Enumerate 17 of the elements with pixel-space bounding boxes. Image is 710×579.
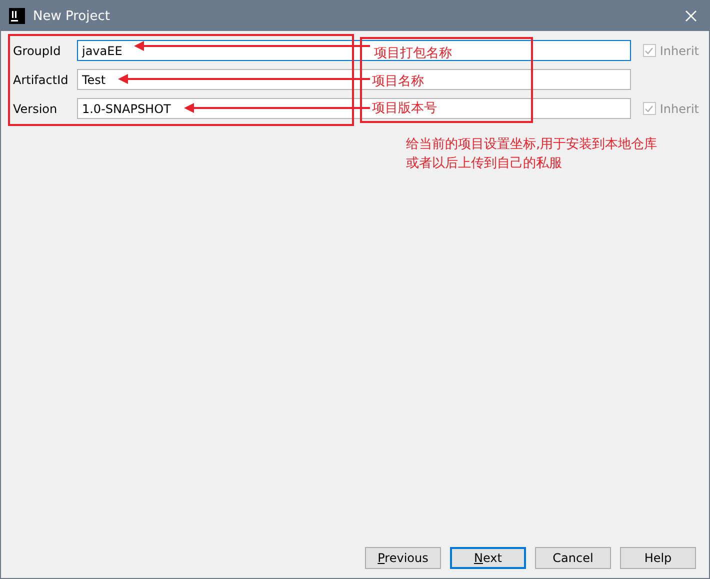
checkbox-label: Inherit [660, 44, 699, 58]
dialog-button[interactable]: Next [450, 547, 526, 569]
annotation-text: 或者以后上传到自己的私服 [406, 155, 562, 173]
annotation-note: 项目名称 [372, 73, 424, 90]
close-icon[interactable] [685, 10, 697, 22]
annotation-text: 给当前的项目设置坐标,用于安装到本地仓库 [406, 136, 658, 154]
annotation-note: 项目版本号 [372, 100, 437, 117]
checkbox-label: Inherit [660, 102, 699, 116]
dialog-button[interactable]: Help [620, 547, 696, 569]
field-label: Version [13, 102, 58, 116]
field-label: GroupId [13, 44, 62, 58]
app-logo-icon [9, 8, 25, 24]
dialog-button[interactable]: Cancel [535, 547, 611, 569]
window-title: New Project [33, 8, 111, 24]
annotation-note: 项目打包名称 [374, 45, 452, 62]
dialog-button[interactable]: Previous [365, 547, 441, 569]
field-label: ArtifactId [13, 72, 70, 86]
